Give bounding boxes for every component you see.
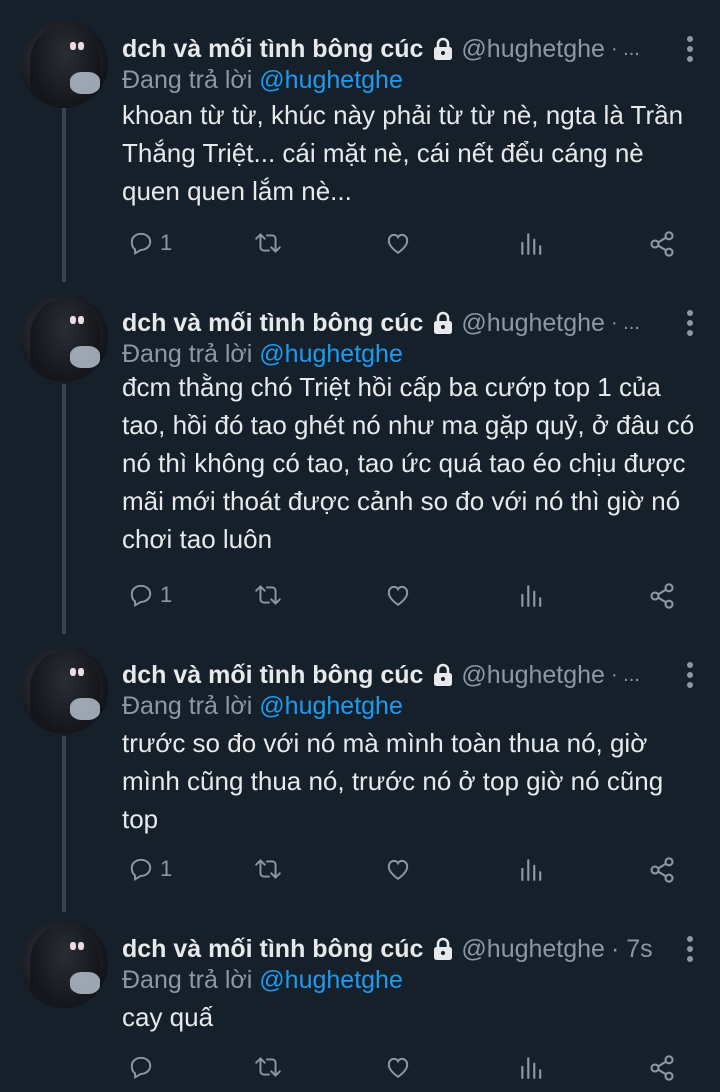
- views-icon: [521, 585, 542, 607]
- action-bar: 1: [122, 856, 682, 886]
- tweet-text: khoan từ từ, khúc này phải từ từ nè, ngt…: [122, 100, 684, 206]
- reply-context: Đang trả lời @hughetghe: [122, 692, 403, 721]
- username-handle[interactable]: @hughetghe: [461, 661, 605, 690]
- reply-button[interactable]: [128, 1054, 160, 1080]
- tweet-header: dch và mối tình bông cúc @hughetghe · 7s: [122, 934, 653, 964]
- avatar[interactable]: [20, 646, 108, 734]
- tweet-header: dch và mối tình bông cúc @hughetghe · ..…: [122, 308, 640, 338]
- retweet-button[interactable]: [254, 1054, 282, 1080]
- tweet-header: dch và mối tình bông cúc @hughetghe · ..…: [122, 660, 640, 690]
- tweet[interactable]: dch và mối tình bông cúc @hughetghe · ..…: [0, 288, 720, 632]
- views-button[interactable]: [518, 230, 544, 256]
- retweet-button[interactable]: [254, 230, 282, 256]
- retweet-icon: [255, 585, 281, 605]
- lock-icon: [431, 311, 455, 335]
- tweet-text: đcm thằng chó Triệt hồi cấp ba cướp top …: [122, 372, 695, 554]
- views-icon: [521, 233, 542, 255]
- avatar[interactable]: [20, 294, 108, 382]
- like-button[interactable]: [384, 856, 412, 882]
- retweet-button[interactable]: [254, 582, 282, 608]
- reply-icon: [130, 858, 152, 882]
- share-button[interactable]: [648, 1054, 676, 1082]
- share-button[interactable]: [648, 856, 676, 884]
- reply-label: Đang trả lời: [122, 966, 253, 994]
- reply-context: Đang trả lời @hughetghe: [122, 340, 403, 369]
- reply-mention[interactable]: @hughetghe: [259, 66, 403, 94]
- lock-icon: [431, 37, 455, 61]
- like-button[interactable]: [384, 582, 412, 608]
- retweet-icon: [255, 859, 281, 879]
- username-handle[interactable]: @hughetghe: [461, 35, 605, 64]
- views-button[interactable]: [518, 856, 544, 882]
- share-icon: [650, 583, 674, 609]
- lock-icon: [431, 937, 455, 961]
- action-bar: [122, 1054, 682, 1084]
- heart-icon: [387, 585, 409, 606]
- reply-label: Đang trả lời: [122, 66, 253, 94]
- timestamp: · ...: [610, 37, 640, 60]
- share-button[interactable]: [648, 582, 676, 610]
- more-icon[interactable]: [686, 310, 694, 336]
- reply-context: Đang trả lời @hughetghe: [122, 966, 403, 995]
- share-icon: [650, 1055, 674, 1081]
- reply-mention[interactable]: @hughetghe: [259, 692, 403, 720]
- reply-button[interactable]: 1: [128, 230, 172, 256]
- retweet-icon: [255, 1057, 281, 1077]
- reply-icon: [130, 584, 152, 608]
- reply-count: 1: [160, 856, 173, 881]
- avatar[interactable]: [20, 920, 108, 1008]
- lock-icon: [431, 663, 455, 687]
- display-name[interactable]: dch và mối tình bông cúc: [122, 309, 423, 338]
- tweet[interactable]: dch và mối tình bông cúc @hughetghe · 7s…: [0, 914, 720, 1092]
- timestamp: · ...: [610, 663, 640, 686]
- display-name[interactable]: dch và mối tình bông cúc: [122, 35, 423, 64]
- tweet-text: cay quấ: [122, 1002, 214, 1032]
- share-button[interactable]: [648, 230, 676, 258]
- more-icon[interactable]: [686, 36, 694, 62]
- reply-mention[interactable]: @hughetghe: [259, 966, 403, 994]
- reply-count: 1: [160, 230, 173, 255]
- heart-icon: [387, 1057, 409, 1078]
- more-icon[interactable]: [686, 662, 694, 688]
- reply-button[interactable]: 1: [128, 856, 172, 882]
- reply-label: Đang trả lời: [122, 692, 253, 720]
- reply-icon: [130, 1056, 152, 1080]
- heart-icon: [387, 859, 409, 880]
- tweet[interactable]: dch và mối tình bông cúc @hughetghe · ..…: [0, 14, 720, 276]
- share-icon: [650, 857, 674, 883]
- display-name[interactable]: dch và mối tình bông cúc: [122, 935, 423, 964]
- views-icon: [521, 859, 542, 881]
- like-button[interactable]: [384, 230, 412, 256]
- action-bar: 1: [122, 230, 682, 260]
- username-handle[interactable]: @hughetghe: [461, 935, 605, 964]
- tweet-text: trước so đo với nó mà mình toàn thua nó,…: [122, 728, 664, 834]
- username-handle[interactable]: @hughetghe: [461, 309, 605, 338]
- reply-context: Đang trả lời @hughetghe: [122, 66, 403, 95]
- timestamp: · ...: [610, 311, 640, 334]
- avatar[interactable]: [20, 20, 108, 108]
- tweet[interactable]: dch và mối tình bông cúc @hughetghe · ..…: [0, 640, 720, 908]
- reply-mention[interactable]: @hughetghe: [259, 340, 403, 368]
- heart-icon: [387, 233, 409, 254]
- tweet-header: dch và mối tình bông cúc @hughetghe · ..…: [122, 34, 640, 64]
- reply-count: 1: [160, 582, 173, 607]
- like-button[interactable]: [384, 1054, 412, 1080]
- views-icon: [521, 1057, 542, 1079]
- views-button[interactable]: [518, 582, 544, 608]
- reply-icon: [130, 232, 152, 256]
- retweet-icon: [255, 233, 281, 253]
- share-icon: [650, 231, 674, 257]
- display-name[interactable]: dch và mối tình bông cúc: [122, 661, 423, 690]
- reply-button[interactable]: 1: [128, 582, 172, 608]
- reply-label: Đang trả lời: [122, 340, 253, 368]
- action-bar: 1: [122, 582, 682, 612]
- timestamp: · 7s: [610, 934, 653, 963]
- more-icon[interactable]: [686, 936, 694, 962]
- retweet-button[interactable]: [254, 856, 282, 882]
- views-button[interactable]: [518, 1054, 544, 1080]
